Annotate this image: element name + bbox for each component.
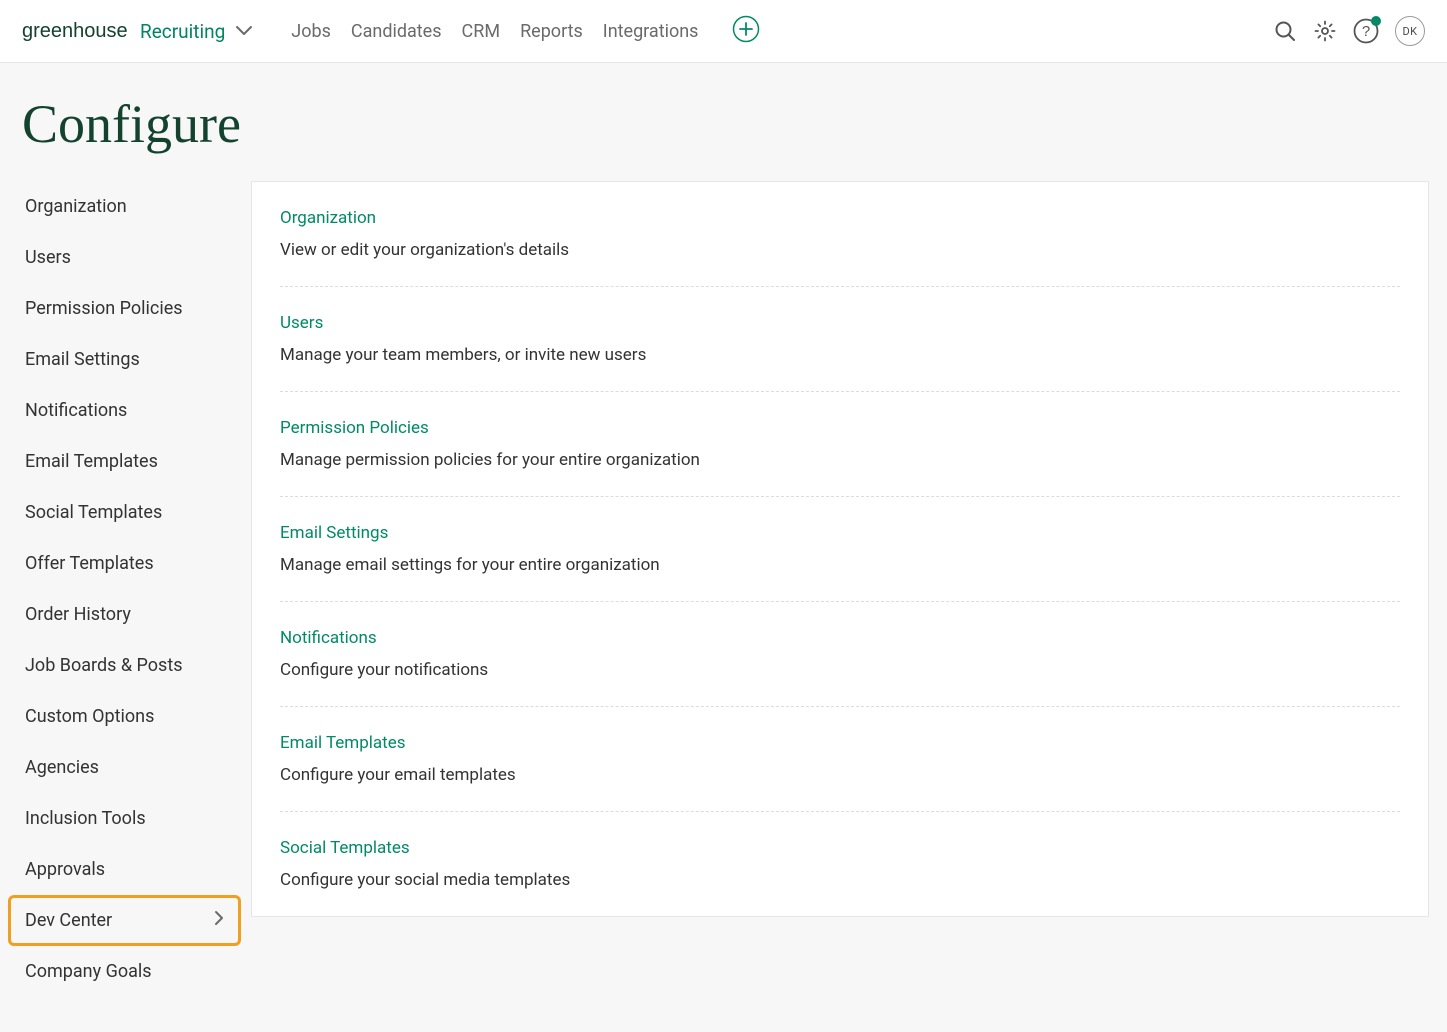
sidebar-item-organization[interactable]: Organization (8, 181, 241, 232)
section-description: Manage permission policies for your enti… (280, 450, 1400, 470)
chevron-right-icon (214, 910, 224, 931)
sidebar-item-job-boards-posts[interactable]: Job Boards & Posts (8, 640, 241, 691)
sidebar-item-approvals[interactable]: Approvals (8, 844, 241, 895)
help-icon[interactable]: ? (1353, 18, 1379, 44)
sidebar-item-email-settings[interactable]: Email Settings (8, 334, 241, 385)
section-social-templates: Social Templates Configure your social me… (280, 812, 1400, 916)
settings-gear-icon[interactable] (1313, 19, 1337, 43)
sidebar-item-label: Approvals (25, 859, 105, 880)
sidebar-item-label: Order History (25, 604, 131, 625)
sidebar-item-label: Agencies (25, 757, 99, 778)
brand-product-name: Recruiting (140, 20, 225, 43)
section-description: Configure your notifications (280, 660, 1400, 680)
nav-jobs[interactable]: Jobs (291, 21, 331, 42)
sidebar-item-label: Social Templates (25, 502, 162, 523)
section-description: Configure your email templates (280, 765, 1400, 785)
section-permission-policies: Permission Policies Manage permission pol… (280, 392, 1400, 497)
sidebar-item-label: Company Goals (25, 961, 152, 982)
sidebar-item-email-templates[interactable]: Email Templates (8, 436, 241, 487)
nav-integrations[interactable]: Integrations (603, 21, 699, 42)
sidebar: Organization Users Permission Policies Emai… (8, 181, 251, 997)
svg-text:?: ? (1362, 23, 1370, 40)
sidebar-item-permission-policies[interactable]: Permission Policies (8, 283, 241, 334)
help-notification-dot (1371, 16, 1381, 26)
sidebar-item-notifications[interactable]: Notifications (8, 385, 241, 436)
sidebar-item-label: Notifications (25, 400, 127, 421)
user-avatar[interactable]: DK (1395, 16, 1425, 46)
sidebar-item-label: Email Settings (25, 349, 140, 370)
section-title-link[interactable]: Users (280, 313, 1400, 333)
section-title-link[interactable]: Permission Policies (280, 418, 1400, 438)
svg-text:greenhouse: greenhouse (22, 20, 128, 42)
section-email-templates: Email Templates Configure your email temp… (280, 707, 1400, 812)
sidebar-item-label: Dev Center (25, 910, 112, 931)
sidebar-item-offer-templates[interactable]: Offer Templates (8, 538, 241, 589)
section-organization: Organization View or edit your organizati… (280, 182, 1400, 287)
sidebar-item-label: Offer Templates (25, 553, 154, 574)
sidebar-item-company-goals[interactable]: Company Goals (8, 946, 241, 997)
sidebar-item-inclusion-tools[interactable]: Inclusion Tools (8, 793, 241, 844)
section-notifications: Notifications Configure your notification… (280, 602, 1400, 707)
sidebar-item-agencies[interactable]: Agencies (8, 742, 241, 793)
sidebar-item-label: Job Boards & Posts (25, 655, 183, 676)
search-icon[interactable] (1273, 19, 1297, 43)
main-content: Organization View or edit your organizati… (251, 181, 1429, 917)
add-button[interactable] (732, 15, 760, 47)
section-title-link[interactable]: Email Templates (280, 733, 1400, 753)
top-nav: Jobs Candidates CRM Reports Integrations (291, 21, 698, 42)
chevron-down-icon (235, 25, 253, 37)
nav-reports[interactable]: Reports (520, 21, 583, 42)
topbar-right: ? DK (1273, 16, 1425, 46)
sidebar-item-users[interactable]: Users (8, 232, 241, 283)
nav-crm[interactable]: CRM (462, 21, 501, 42)
section-title-link[interactable]: Email Settings (280, 523, 1400, 543)
topbar: greenhouse Recruiting Jobs Candidates CR… (0, 0, 1447, 63)
section-title-link[interactable]: Social Templates (280, 838, 1400, 858)
section-description: View or edit your organization's details (280, 240, 1400, 260)
section-users: Users Manage your team members, or invite… (280, 287, 1400, 392)
layout: Organization Users Permission Policies Emai… (0, 181, 1447, 997)
section-description: Manage your team members, or invite new … (280, 345, 1400, 365)
sidebar-item-label: Permission Policies (25, 298, 183, 319)
page-title: Configure (0, 63, 1447, 181)
sidebar-item-custom-options[interactable]: Custom Options (8, 691, 241, 742)
sidebar-item-social-templates[interactable]: Social Templates (8, 487, 241, 538)
nav-candidates[interactable]: Candidates (351, 21, 442, 42)
section-description: Manage email settings for your entire or… (280, 555, 1400, 575)
sidebar-item-label: Email Templates (25, 451, 158, 472)
brand-switcher[interactable]: greenhouse Recruiting (22, 19, 253, 43)
section-description: Configure your social media templates (280, 870, 1400, 890)
sidebar-item-dev-center[interactable]: Dev Center (8, 895, 241, 946)
section-title-link[interactable]: Notifications (280, 628, 1400, 648)
section-title-link[interactable]: Organization (280, 208, 1400, 228)
sidebar-item-label: Users (25, 247, 71, 268)
sidebar-item-label: Inclusion Tools (25, 808, 146, 829)
brand-logo: greenhouse (22, 19, 128, 43)
section-email-settings: Email Settings Manage email settings for … (280, 497, 1400, 602)
sidebar-item-label: Organization (25, 196, 127, 217)
sidebar-item-label: Custom Options (25, 706, 154, 727)
sidebar-item-order-history[interactable]: Order History (8, 589, 241, 640)
